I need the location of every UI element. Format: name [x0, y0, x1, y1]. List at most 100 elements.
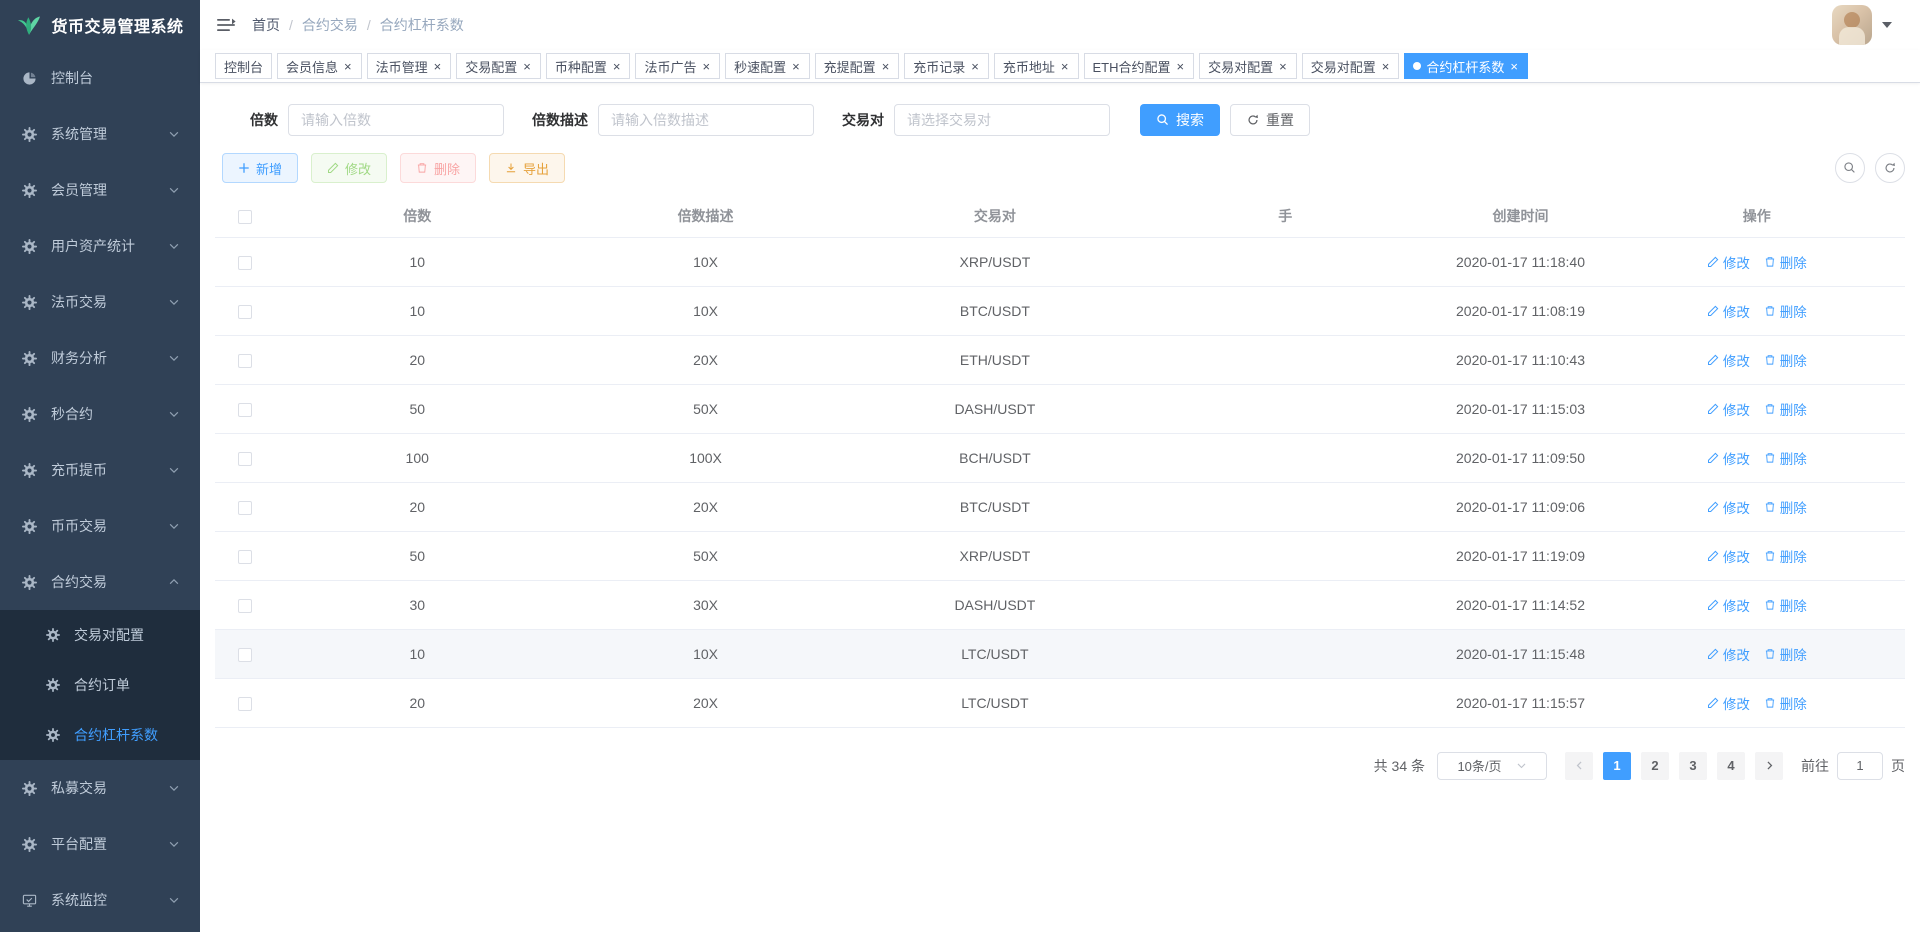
page-size-select[interactable]: 10条/页 [1437, 752, 1547, 780]
row-delete-link[interactable]: 删除 [1764, 252, 1807, 272]
goto-page-input[interactable] [1837, 752, 1883, 780]
close-icon[interactable]: × [433, 60, 443, 73]
row-delete-link[interactable]: 删除 [1764, 301, 1807, 321]
page-number-button[interactable]: 4 [1717, 752, 1745, 780]
tab[interactable]: 充提配置 × [815, 53, 900, 79]
page-number-button[interactable]: 1 [1603, 752, 1631, 780]
tab[interactable]: ETH合约配置 × [1084, 53, 1195, 79]
close-icon[interactable]: × [1509, 60, 1519, 73]
tab[interactable]: 交易配置 × [456, 53, 541, 79]
row-edit-link[interactable]: 修改 [1707, 399, 1750, 419]
row-checkbox[interactable] [238, 648, 252, 662]
sidebar-item-second-contract[interactable]: 秒合约 [0, 386, 200, 442]
row-edit-link[interactable]: 修改 [1707, 448, 1750, 468]
close-icon[interactable]: × [1381, 60, 1391, 73]
page-number-button[interactable]: 2 [1641, 752, 1669, 780]
sidebar-item-finance-analysis[interactable]: 财务分析 [0, 330, 200, 386]
breadcrumb-contract-trade[interactable]: 合约交易 [302, 15, 358, 35]
hamburger-icon[interactable] [216, 16, 236, 34]
row-edit-link[interactable]: 修改 [1707, 693, 1750, 713]
sidebar-item-private-trade[interactable]: 私募交易 [0, 760, 200, 816]
tab[interactable]: 充币记录 × [904, 53, 989, 79]
tab[interactable]: 充币地址 × [994, 53, 1079, 79]
row-delete-link[interactable]: 删除 [1764, 448, 1807, 468]
add-button[interactable]: 新增 [222, 153, 298, 183]
select-all-checkbox[interactable] [238, 210, 252, 224]
tab[interactable]: 法币广告 × [635, 53, 720, 79]
close-icon[interactable]: × [1060, 60, 1070, 73]
tab[interactable]: 会员信息 × [277, 53, 362, 79]
multiple-input[interactable] [288, 104, 504, 136]
row-edit-link[interactable]: 修改 [1707, 546, 1750, 566]
table-refresh-button[interactable] [1875, 153, 1905, 183]
search-button[interactable]: 搜索 [1140, 104, 1220, 136]
row-checkbox[interactable] [238, 452, 252, 466]
tab[interactable]: 秒速配置 × [725, 53, 810, 79]
row-delete-link[interactable]: 删除 [1764, 350, 1807, 370]
row-checkbox[interactable] [238, 697, 252, 711]
tab[interactable]: 控制台 × [215, 53, 272, 79]
download-icon [505, 162, 517, 174]
page-number-button[interactable]: 3 [1679, 752, 1707, 780]
sidebar-item-deposit-withdraw[interactable]: 充币提币 [0, 442, 200, 498]
sidebar-item-contract-orders[interactable]: 合约订单 [0, 660, 200, 710]
breadcrumb-home[interactable]: 首页 [252, 15, 280, 35]
sidebar-item-member-mgmt[interactable]: 会员管理 [0, 162, 200, 218]
edit-button[interactable]: 修改 [311, 153, 387, 183]
row-checkbox[interactable] [238, 501, 252, 515]
row-checkbox[interactable] [238, 256, 252, 270]
row-edit-link[interactable]: 修改 [1707, 595, 1750, 615]
sidebar-item-platform-config[interactable]: 平台配置 [0, 816, 200, 872]
row-checkbox[interactable] [238, 599, 252, 613]
tab[interactable]: 合约杠杆系数 × [1404, 53, 1528, 79]
row-edit-link[interactable]: 修改 [1707, 497, 1750, 517]
sidebar-item-fiat-trade[interactable]: 法币交易 [0, 274, 200, 330]
caret-down-icon[interactable] [1882, 22, 1892, 28]
row-checkbox[interactable] [238, 403, 252, 417]
row-checkbox[interactable] [238, 550, 252, 564]
delete-button[interactable]: 删除 [400, 153, 476, 183]
pair-select[interactable] [894, 104, 1110, 136]
row-edit-link[interactable]: 修改 [1707, 252, 1750, 272]
sidebar-item-coin-trade[interactable]: 币币交易 [0, 498, 200, 554]
close-icon[interactable]: × [1278, 60, 1288, 73]
sidebar-item-system-mgmt[interactable]: 系统管理 [0, 106, 200, 162]
row-delete-link[interactable]: 删除 [1764, 546, 1807, 566]
table-search-toggle-button[interactable] [1835, 153, 1865, 183]
tab[interactable]: 交易对配置 × [1199, 53, 1297, 79]
close-icon[interactable]: × [701, 60, 711, 73]
sidebar-item-contract-trade[interactable]: 合约交易 [0, 554, 200, 610]
next-page-button[interactable] [1755, 752, 1783, 780]
row-delete-link[interactable]: 删除 [1764, 644, 1807, 664]
close-icon[interactable]: × [970, 60, 980, 73]
desc-input[interactable] [598, 104, 814, 136]
row-delete-link[interactable]: 删除 [1764, 693, 1807, 713]
close-icon[interactable]: × [343, 60, 353, 73]
row-edit-link[interactable]: 修改 [1707, 350, 1750, 370]
sidebar-item-system-monitor[interactable]: 系统监控 [0, 872, 200, 928]
close-icon[interactable]: × [612, 60, 622, 73]
prev-page-button[interactable] [1565, 752, 1593, 780]
tab[interactable]: 法币管理 × [367, 53, 452, 79]
close-icon[interactable]: × [791, 60, 801, 73]
sidebar-item-leverage-coefficient[interactable]: 合约杠杆系数 [0, 710, 200, 760]
sidebar-item-user-assets[interactable]: 用户资产统计 [0, 218, 200, 274]
sidebar-item-pair-config[interactable]: 交易对配置 [0, 610, 200, 660]
row-checkbox[interactable] [238, 305, 252, 319]
row-delete-link[interactable]: 删除 [1764, 497, 1807, 517]
sidebar-item-dashboard[interactable]: 控制台 [0, 50, 200, 106]
row-checkbox[interactable] [238, 354, 252, 368]
export-button[interactable]: 导出 [489, 153, 565, 183]
row-delete-link[interactable]: 删除 [1764, 399, 1807, 419]
close-icon[interactable]: × [881, 60, 891, 73]
tab[interactable]: 交易对配置 × [1302, 53, 1400, 79]
tab[interactable]: 币种配置 × [546, 53, 631, 79]
row-edit-link[interactable]: 修改 [1707, 301, 1750, 321]
avatar[interactable] [1832, 5, 1872, 45]
close-icon[interactable]: × [522, 60, 532, 73]
reset-button[interactable]: 重置 [1230, 104, 1310, 136]
row-delete-link[interactable]: 删除 [1764, 595, 1807, 615]
close-icon[interactable]: × [1176, 60, 1186, 73]
cell-created: 2020-01-17 11:08:19 [1432, 286, 1608, 335]
row-edit-link[interactable]: 修改 [1707, 644, 1750, 664]
